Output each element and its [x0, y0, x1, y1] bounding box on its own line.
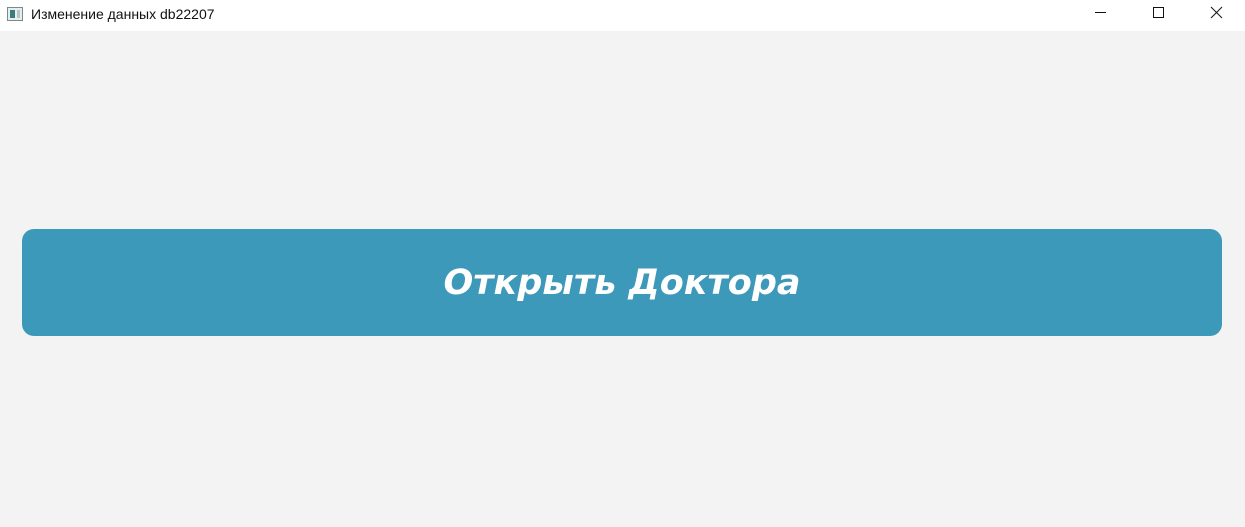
title-bar[interactable]: Изменение данных db22207 — [0, 0, 1245, 31]
window-title: Изменение данных db22207 — [31, 6, 215, 22]
maximize-button[interactable] — [1135, 0, 1181, 31]
minimize-icon — [1095, 12, 1106, 13]
app-window: Изменение данных db22207 Открыть Доктора — [0, 0, 1245, 527]
open-doctor-button[interactable]: Открыть Доктора — [22, 229, 1222, 336]
close-icon — [1210, 6, 1223, 19]
app-window-icon — [7, 7, 23, 21]
minimize-button[interactable] — [1079, 0, 1125, 31]
maximize-icon — [1153, 7, 1164, 18]
open-doctor-button-label: Открыть Доктора — [443, 262, 801, 303]
close-button[interactable] — [1193, 0, 1239, 31]
